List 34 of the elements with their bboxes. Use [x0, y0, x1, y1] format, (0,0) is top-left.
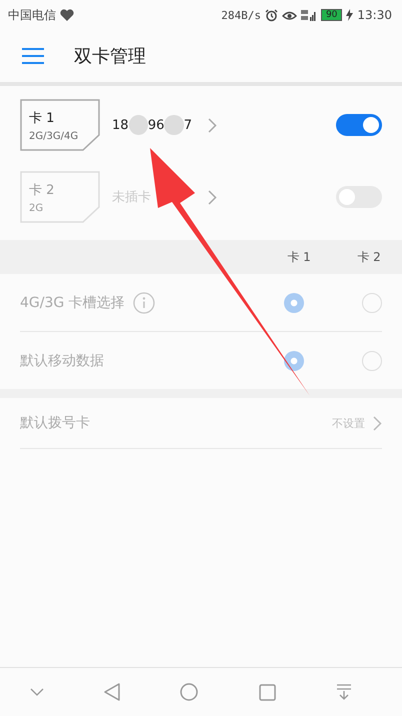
home-icon[interactable] — [180, 683, 198, 701]
page-title: 双卡管理 — [74, 45, 146, 68]
signal-icon — [300, 9, 317, 21]
chevron-right-icon[interactable] — [208, 190, 217, 204]
eye-icon — [282, 10, 297, 20]
battery-level: 90 — [320, 9, 342, 21]
sim-networks: 2G — [29, 202, 44, 214]
sim-name: 卡 2 — [29, 182, 56, 198]
sim-name: 卡 1 — [29, 110, 56, 126]
menu-icon[interactable] — [22, 48, 44, 64]
chevron-right-icon[interactable] — [373, 416, 382, 430]
phone-number-part: 18 — [112, 118, 129, 132]
network-speed: 284B/s — [221, 8, 261, 22]
alarm-icon — [264, 8, 278, 22]
phone-number-part: 96 — [148, 118, 164, 132]
recents-icon[interactable] — [258, 684, 276, 700]
heart-pulse-icon — [60, 9, 74, 21]
chevron-right-icon[interactable] — [208, 118, 217, 132]
carrier-name: 中国电信 — [8, 6, 56, 24]
charging-icon — [346, 9, 354, 21]
setting-label: 默认拨号卡 — [20, 414, 90, 432]
back-icon[interactable] — [104, 683, 120, 701]
setting-label: 4G/3G 卡槽选择 — [20, 294, 125, 312]
toggle-switch[interactable] — [336, 114, 382, 136]
redaction-blur — [128, 115, 148, 135]
column-header: 卡 2 — [356, 248, 382, 266]
notification-pull-icon[interactable] — [336, 684, 352, 700]
sim-networks: 2G/3G/4G — [29, 130, 80, 142]
clock-time: 13:30 — [357, 8, 392, 22]
collapse-icon[interactable] — [30, 688, 44, 696]
phone-number-part: 7 — [184, 118, 192, 132]
redaction-blur — [164, 115, 184, 135]
column-header: 卡 1 — [286, 248, 312, 266]
setting-label: 默认移动数据 — [20, 352, 104, 370]
